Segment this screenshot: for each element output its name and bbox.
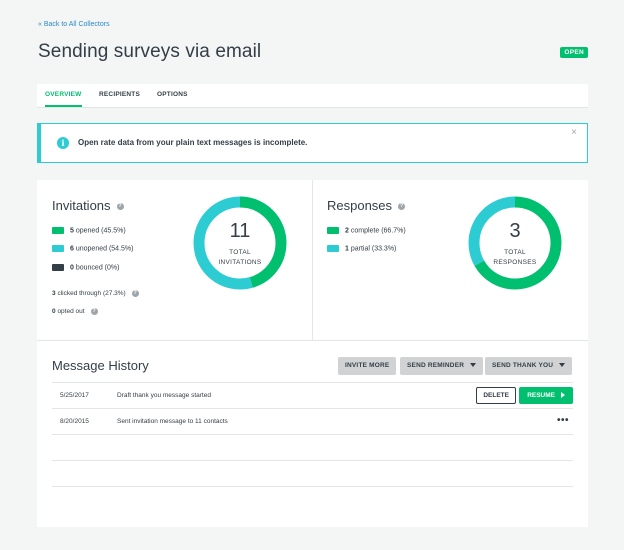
partial-text: partial (33.3%) xyxy=(350,245,397,253)
info-icon: i xyxy=(57,137,69,149)
table-row xyxy=(52,486,573,512)
table-row: 8/20/2015 Sent invitation message to 11 … xyxy=(52,408,573,434)
resume-label: RESUME xyxy=(527,392,555,399)
send-thank-you-label: SEND THANK YOU xyxy=(492,362,554,369)
invitations-title: Invitations xyxy=(52,198,111,213)
opted-out-row: 0 opted out? xyxy=(52,308,98,315)
play-icon xyxy=(561,392,565,399)
stats-divider xyxy=(312,180,313,340)
tab-overview[interactable]: OVERVIEW xyxy=(45,91,82,98)
bounced-count: 0 xyxy=(70,264,74,272)
opened-swatch xyxy=(52,227,64,234)
opted-text: opted out xyxy=(57,308,85,316)
responses-donut-chart xyxy=(468,196,562,290)
complete-count: 2 xyxy=(345,227,349,235)
resume-button[interactable]: RESUME xyxy=(519,387,573,404)
responses-label: RESPONSES xyxy=(493,259,537,266)
legend-partial: 1 partial (33.3%) xyxy=(327,245,396,252)
message-text: Sent invitation message to 11 contacts xyxy=(117,418,228,425)
tab-options[interactable]: OPTIONS xyxy=(157,91,188,98)
message-date: 5/25/2017 xyxy=(60,392,89,399)
invitations-total: 11 xyxy=(229,220,251,242)
responses-title: Responses xyxy=(327,198,393,213)
partial-count: 1 xyxy=(345,245,349,253)
collector-overview-card: Invitations? 5 opened (45.5%) 6 unopened… xyxy=(37,180,588,527)
send-thank-you-button[interactable]: SEND THANK YOU xyxy=(485,357,573,375)
invite-more-button[interactable]: INVITE MORE xyxy=(338,357,397,375)
help-icon[interactable]: ? xyxy=(90,308,98,315)
chevron-down-icon xyxy=(470,363,477,368)
clicked-through-row: 3 clicked through (27.3%)? xyxy=(52,290,139,297)
message-text: Draft thank you message started xyxy=(117,392,211,399)
responses-section-title: Responses? xyxy=(327,198,406,213)
unopened-text: unopened (54.5%) xyxy=(75,245,134,253)
close-icon[interactable]: × xyxy=(571,127,577,138)
chevron-down-icon xyxy=(559,363,566,368)
responses-total-label: TOTAL RESPONSES xyxy=(468,248,562,268)
more-options-icon[interactable]: ••• xyxy=(557,415,569,426)
opened-text: opened (45.5%) xyxy=(75,227,126,235)
invitations-section-title: Invitations? xyxy=(52,198,124,213)
help-icon[interactable]: ? xyxy=(398,203,406,211)
opened-count: 5 xyxy=(70,227,74,235)
send-reminder-button[interactable]: SEND REMINDER xyxy=(400,357,484,375)
table-row: 5/25/2017 Draft thank you message starte… xyxy=(52,382,573,408)
delete-button[interactable]: DELETE xyxy=(476,387,516,404)
bounced-text: bounced (0%) xyxy=(75,264,120,272)
help-icon[interactable]: ? xyxy=(116,203,124,211)
legend-bounced: 0 bounced (0%) xyxy=(52,264,119,271)
invitations-donut-chart xyxy=(193,196,287,290)
invitations-donut: 11 TOTAL INVITATIONS xyxy=(193,196,287,290)
clicked-count: 3 xyxy=(52,290,56,298)
opted-count: 0 xyxy=(52,308,56,316)
alert-message: Open rate data from your plain text mess… xyxy=(78,138,308,147)
legend-complete: 2 complete (66.7%) xyxy=(327,227,406,234)
bounced-swatch xyxy=(52,264,64,271)
active-tab-indicator xyxy=(45,105,82,107)
status-badge: OPEN xyxy=(560,47,588,58)
message-date: 8/20/2015 xyxy=(60,418,89,425)
clicked-text: clicked through (27.3%) xyxy=(57,290,126,298)
tab-bar: OVERVIEW RECIPIENTS OPTIONS xyxy=(37,84,588,108)
total-label: TOTAL xyxy=(504,249,526,256)
section-divider xyxy=(37,340,588,341)
table-row xyxy=(52,434,573,460)
total-label: TOTAL xyxy=(229,249,251,256)
table-row xyxy=(52,460,573,486)
complete-swatch xyxy=(327,227,339,234)
tab-recipients[interactable]: RECIPIENTS xyxy=(99,91,140,98)
partial-swatch xyxy=(327,245,339,252)
responses-total: 3 xyxy=(509,220,521,242)
invitations-total-label: TOTAL INVITATIONS xyxy=(193,248,287,268)
send-reminder-label: SEND REMINDER xyxy=(407,362,465,369)
complete-text: complete (66.7%) xyxy=(350,227,406,235)
legend-opened: 5 opened (45.5%) xyxy=(52,227,126,234)
unopened-count: 6 xyxy=(70,245,74,253)
unopened-swatch xyxy=(52,245,64,252)
message-history-title: Message History xyxy=(52,358,149,373)
responses-donut: 3 TOTAL RESPONSES xyxy=(468,196,562,290)
help-icon[interactable]: ? xyxy=(131,290,139,297)
page-title: Sending surveys via email xyxy=(38,41,262,62)
legend-unopened: 6 unopened (54.5%) xyxy=(52,245,133,252)
invitations-label: INVITATIONS xyxy=(218,259,262,266)
info-alert: i Open rate data from your plain text me… xyxy=(37,123,588,163)
back-to-collectors-link[interactable]: « Back to All Collectors xyxy=(38,21,110,28)
